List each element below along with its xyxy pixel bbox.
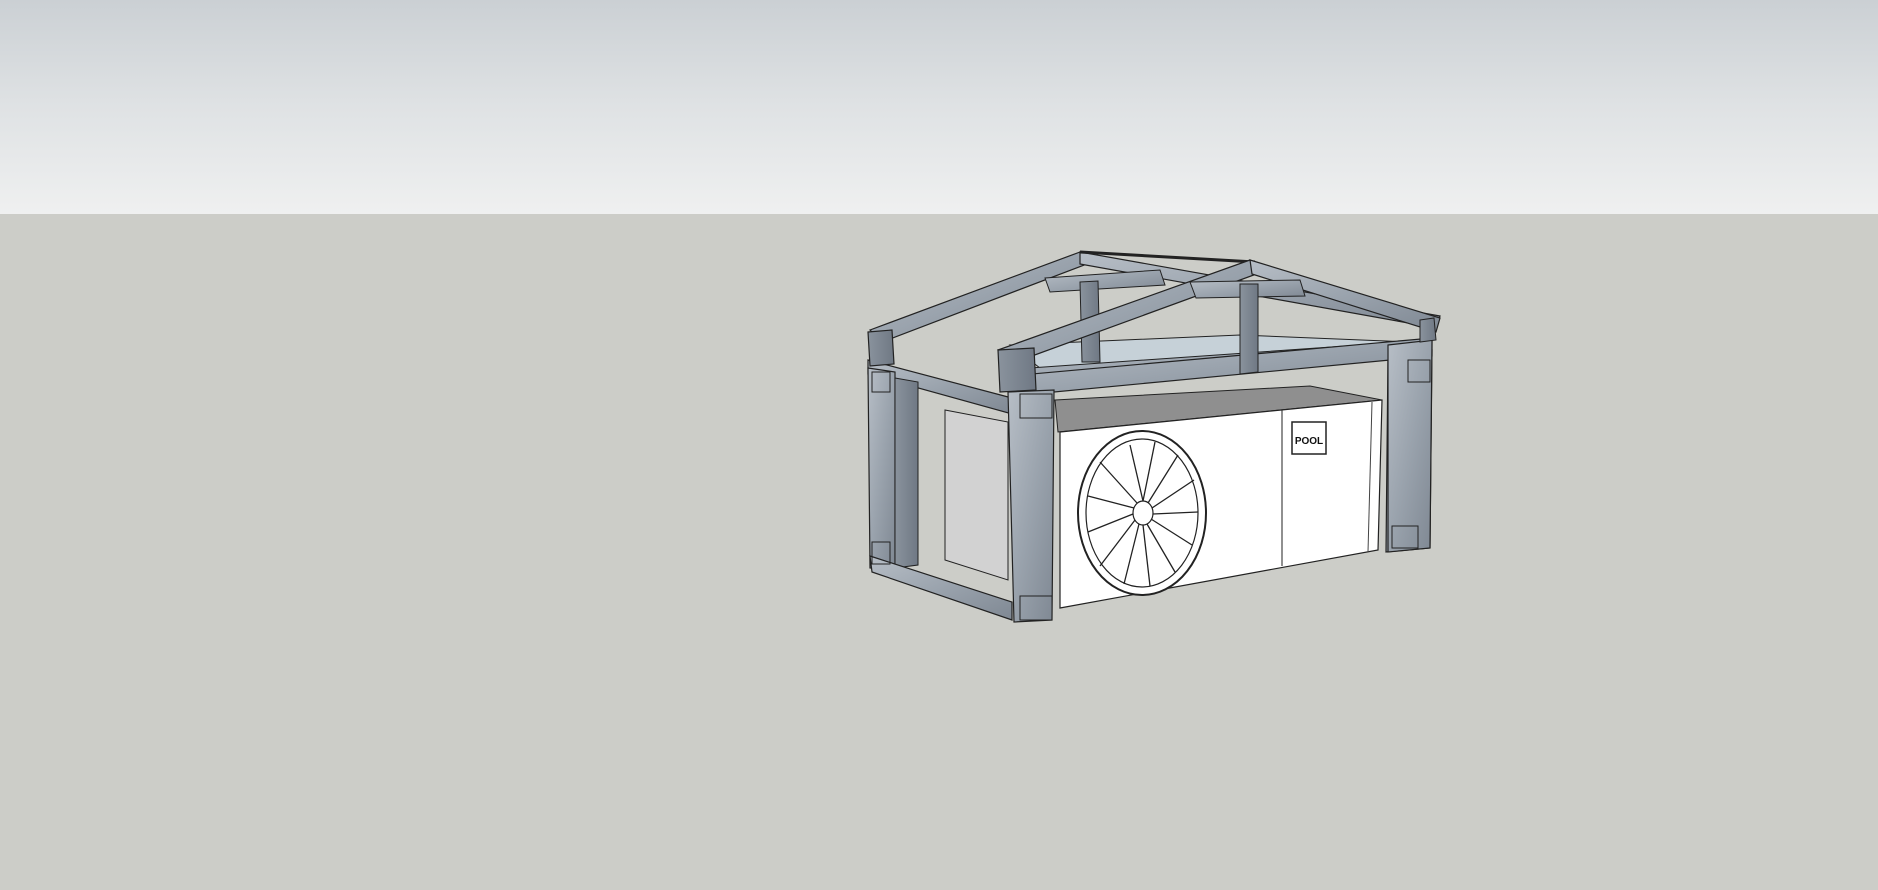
rafter-end-front: [997, 347, 1037, 393]
rafter-end-right: [1419, 317, 1437, 343]
svg-text:POOL: POOL: [1295, 436, 1323, 447]
fan-grille: [1077, 430, 1207, 596]
3d-viewport[interactable]: POOL: [0, 0, 1878, 890]
front-left-post: [1007, 389, 1055, 623]
front-right-post: [1387, 339, 1433, 553]
front-king-post: [1239, 283, 1259, 375]
pergola-model[interactable]: POOL: [0, 0, 1878, 890]
left-side-opening: [944, 409, 1009, 581]
pool-logo: POOL: [1291, 421, 1327, 455]
left-inner-post: [894, 377, 919, 569]
rafter-end-back: [867, 329, 895, 367]
left-back-post: [867, 367, 896, 571]
